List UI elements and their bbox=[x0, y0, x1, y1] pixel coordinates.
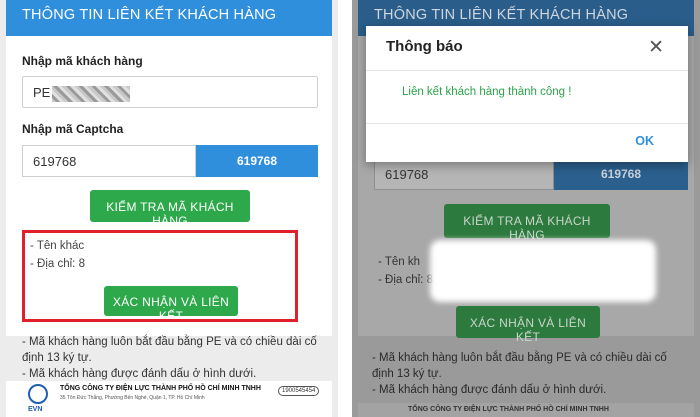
note-prefix-dimmed: - Mã khách hàng luôn bắt đầu bằng PE và … bbox=[372, 352, 667, 380]
check-customer-code-button-dimmed[interactable]: KIỂM TRA MÃ KHÁCH HÀNG bbox=[444, 204, 610, 242]
captcha-input[interactable]: 619768 bbox=[22, 145, 196, 177]
check-customer-code-button[interactable]: KIỂM TRA MÃ KHÁCH HÀNG bbox=[90, 190, 250, 228]
redacted-blur bbox=[52, 85, 131, 102]
dialog-title: Thông báo bbox=[386, 38, 463, 55]
success-message: Liên kết khách hàng thành công ! bbox=[402, 86, 572, 98]
notification-dialog: Thông báo ✕ Liên kết khách hàng thành cô… bbox=[366, 26, 688, 162]
footer-company-dimmed: TỔNG CÔNG TY ĐIỆN LỰC THÀNH PHỐ HỒ CHÍ M… bbox=[408, 406, 609, 413]
logo-text: EVN bbox=[28, 406, 43, 413]
note-prefix: - Mã khách hàng luôn bắt đầu bằng PE và … bbox=[22, 336, 317, 364]
captcha-code-image-dimmed: 619768 bbox=[554, 158, 688, 190]
footer-company: TỔNG CÔNG TY ĐIỆN LỰC THÀNH PHỐ HỒ CHÍ M… bbox=[60, 385, 261, 392]
redaction-overlay bbox=[430, 240, 656, 302]
left-screen: THÔNG TIN LIÊN KẾT KHÁCH HÀNG Nhập mã kh… bbox=[0, 0, 338, 417]
confirm-link-button-dimmed[interactable]: XÁC NHẬN VÀ LIÊN KẾT bbox=[456, 306, 600, 344]
page-header: THÔNG TIN LIÊN KẾT KHÁCH HÀNG bbox=[6, 0, 332, 36]
footer-address: 35 Tôn Đức Thắng, Phường Bến Nghé, Quận … bbox=[60, 395, 205, 401]
note-marked-dimmed: - Mã khách hàng được đánh dấu ở hình dướ… bbox=[372, 384, 607, 396]
customer-name-line-dimmed: - Tên kh bbox=[378, 256, 420, 268]
highlight-frame bbox=[22, 230, 298, 322]
dialog-divider bbox=[366, 70, 688, 71]
hotline-badge: 1900545454 bbox=[278, 386, 320, 396]
customer-code-label: Nhập mã khách hàng bbox=[22, 54, 143, 68]
captcha-input-dimmed[interactable]: 619768 bbox=[374, 158, 554, 190]
ok-button[interactable]: OK bbox=[635, 134, 654, 148]
dialog-footer-divider bbox=[366, 123, 688, 124]
footer-dimmed: TỔNG CÔNG TY ĐIỆN LỰC THÀNH PHỐ HỒ CHÍ M… bbox=[358, 403, 694, 417]
customer-code-input[interactable]: PE bbox=[22, 76, 318, 108]
customer-address-line-dimmed: - Địa chỉ: 8 bbox=[378, 274, 433, 286]
customer-code-value: PE bbox=[33, 85, 51, 100]
captcha-code-image: 619768 bbox=[196, 145, 318, 177]
evn-logo-icon bbox=[28, 384, 48, 404]
footer: EVN TỔNG CÔNG TY ĐIỆN LỰC THÀNH PHỐ HỒ C… bbox=[6, 381, 332, 417]
divider bbox=[338, 0, 352, 417]
note-marked: - Mã khách hàng được đánh dấu ở hình dướ… bbox=[22, 368, 257, 380]
close-icon[interactable]: ✕ bbox=[648, 36, 664, 59]
captcha-label: Nhập mã Captcha bbox=[22, 122, 124, 136]
